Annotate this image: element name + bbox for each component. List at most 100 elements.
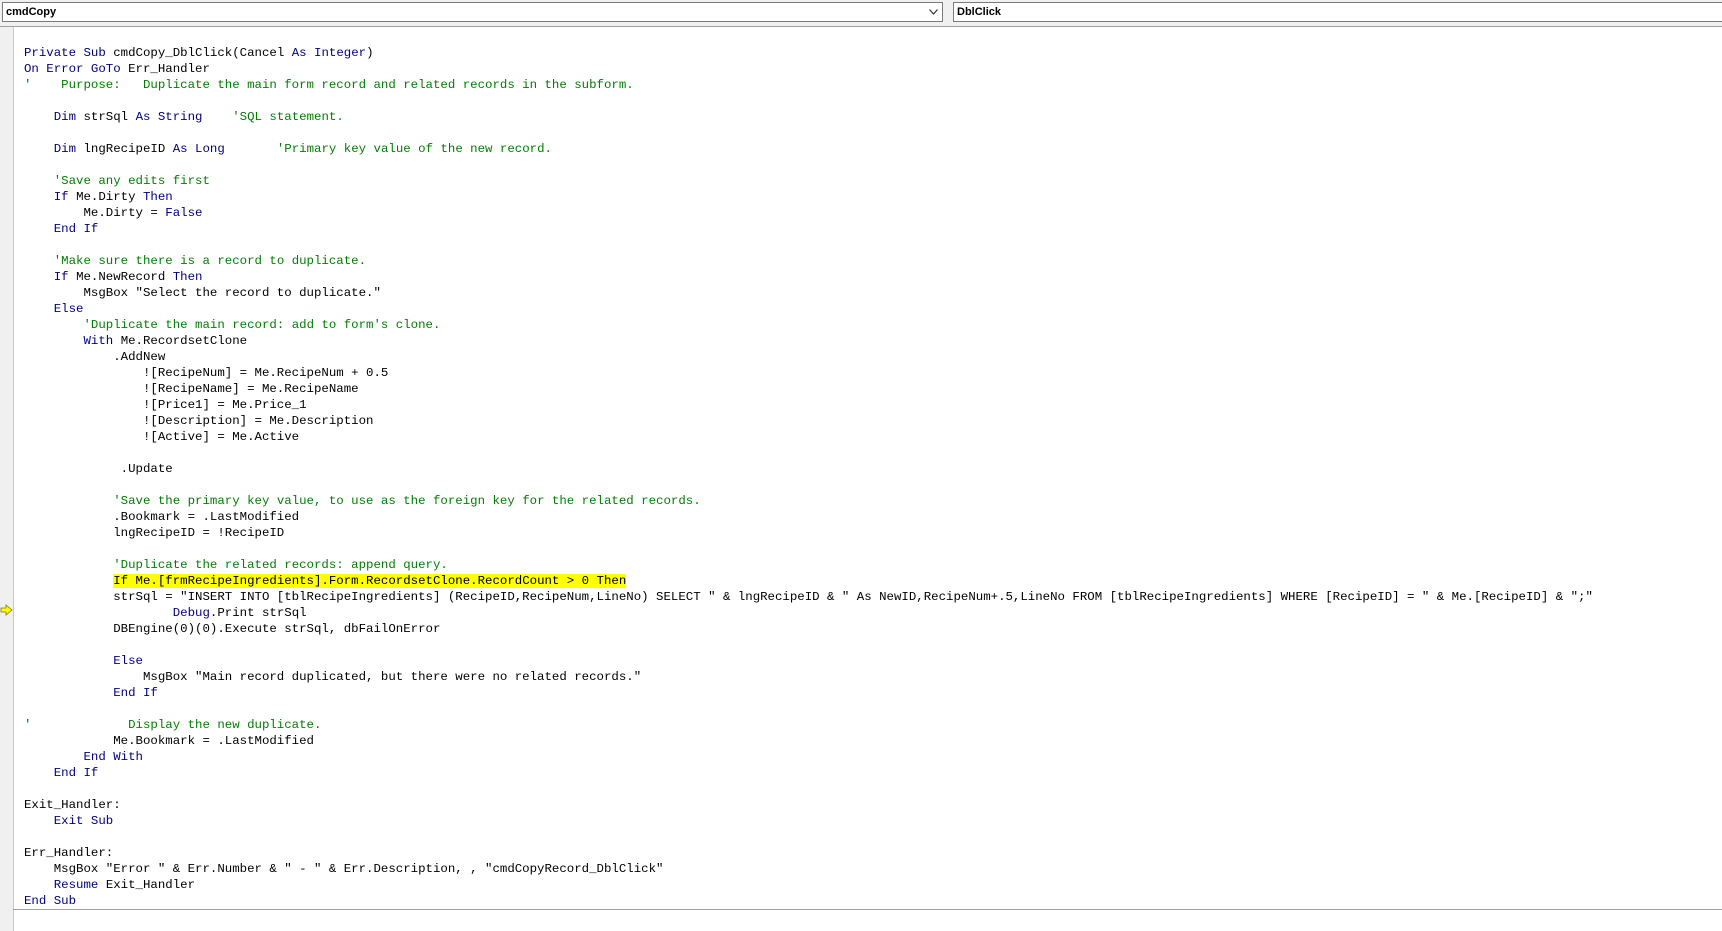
chevron-down-icon[interactable] [925, 3, 942, 21]
code-line[interactable]: ![RecipeNum] = Me.RecipeNum + 0.5 [24, 365, 1593, 381]
code-line[interactable]: ' Purpose: Duplicate the main form recor… [24, 77, 1593, 93]
code-line[interactable]: .Update [24, 461, 1593, 477]
code-keyword: End With [83, 750, 144, 764]
code-line[interactable]: Resume Exit_Handler [24, 877, 1593, 893]
code-text: lngRecipeID = !RecipeID [24, 526, 285, 540]
code-text: cmdCopy_DblClick(Cancel [113, 46, 292, 60]
code-line[interactable]: If Me.Dirty Then [24, 189, 1593, 205]
code-line[interactable]: Private Sub cmdCopy_DblClick(Cancel As I… [24, 45, 1593, 61]
code-text: .Print strSql [209, 606, 307, 620]
code-line[interactable]: ![Active] = Me.Active [24, 429, 1593, 445]
code-line[interactable]: 'Duplicate the related records: append q… [24, 557, 1593, 573]
code-line[interactable]: strSql = "INSERT INTO [tblRecipeIngredie… [24, 589, 1593, 605]
code-keyword: End If [53, 766, 99, 780]
code-line[interactable]: With Me.RecordsetClone [24, 333, 1593, 349]
code-line[interactable]: ![Price1] = Me.Price_1 [24, 397, 1593, 413]
code-line[interactable]: On Error GoTo Err_Handler [24, 61, 1593, 77]
code-line[interactable] [24, 237, 1593, 253]
code-line[interactable] [24, 637, 1593, 653]
code-line[interactable]: End Sub [24, 893, 1593, 909]
code-keyword: With [83, 334, 121, 348]
code-comment: 'Make sure there is a record to duplicat… [53, 254, 367, 268]
object-combo-value: cmdCopy [6, 6, 57, 18]
code-line[interactable]: End If [24, 221, 1593, 237]
code-text: strSql = "INSERT INTO [tblRecipeIngredie… [24, 590, 1593, 604]
code-text: Err_Handler [128, 62, 210, 76]
code-line[interactable]: 'Make sure there is a record to duplicat… [24, 253, 1593, 269]
code-line[interactable]: MsgBox "Main record duplicated, but ther… [24, 669, 1593, 685]
code-line[interactable] [24, 445, 1593, 461]
code-keyword: Private Sub [24, 46, 114, 60]
code-text: Exit_Handler: [24, 798, 121, 812]
code-line[interactable]: 'Save the primary key value, to use as t… [24, 493, 1593, 509]
code-keyword: Dim [53, 110, 84, 124]
margin-indicator-bar[interactable] [0, 27, 14, 931]
code-line[interactable] [24, 781, 1593, 797]
code-comment: 'Primary key value of the new record. [276, 142, 552, 156]
code-line[interactable]: Dim strSql As String 'SQL statement. [24, 109, 1593, 125]
code-line[interactable]: MsgBox "Error " & Err.Number & " - " & E… [24, 861, 1593, 877]
code-line[interactable]: Dim lngRecipeID As Long 'Primary key val… [24, 141, 1593, 157]
object-combo[interactable]: cmdCopy [2, 2, 943, 22]
code-comment: ' Display the new duplicate. [24, 718, 322, 732]
code-line[interactable]: Me.Dirty = False [24, 205, 1593, 221]
code-comment: 'Save the primary key value, to use as t… [113, 494, 701, 508]
code-comment: 'SQL statement. [232, 110, 344, 124]
code-line[interactable] [24, 93, 1593, 109]
code-comment: 'Save any edits first [53, 174, 210, 188]
code-line[interactable]: ' Display the new duplicate. [24, 717, 1593, 733]
code-line[interactable]: Exit Sub [24, 813, 1593, 829]
code-keyword: End If [53, 222, 99, 236]
code-line[interactable]: DBEngine(0)(0).Execute strSql, dbFailOnE… [24, 621, 1593, 637]
code-text: ![RecipeNum] = Me.RecipeNum + 0.5 [24, 366, 389, 380]
code-editor[interactable]: Private Sub cmdCopy_DblClick(Cancel As I… [24, 45, 1593, 909]
code-keyword: As Integer [291, 46, 367, 60]
code-text: .Update [24, 462, 173, 476]
code-line[interactable]: MsgBox "Select the record to duplicate." [24, 285, 1593, 301]
code-line[interactable]: Me.Bookmark = .LastModified [24, 733, 1593, 749]
code-line[interactable] [24, 829, 1593, 845]
code-line[interactable]: If Me.[frmRecipeIngredients].Form.Record… [24, 573, 1593, 589]
code-line[interactable]: Debug.Print strSql [24, 605, 1593, 621]
code-line[interactable]: ![RecipeName] = Me.RecipeName [24, 381, 1593, 397]
code-line[interactable] [24, 125, 1593, 141]
code-text: .AddNew [24, 350, 166, 364]
code-text: Me.RecordsetClone [120, 334, 248, 348]
code-line[interactable]: End With [24, 749, 1593, 765]
code-line[interactable]: Else [24, 653, 1593, 669]
code-line[interactable] [24, 157, 1593, 173]
code-line[interactable]: 'Save any edits first [24, 173, 1593, 189]
code-keyword: If [53, 270, 77, 284]
code-line[interactable]: 'Duplicate the main record: add to form'… [24, 317, 1593, 333]
code-line[interactable]: .Bookmark = .LastModified [24, 509, 1593, 525]
code-line[interactable]: End If [24, 685, 1593, 701]
code-line[interactable]: ![Description] = Me.Description [24, 413, 1593, 429]
code-line[interactable]: Else [24, 301, 1593, 317]
code-line[interactable]: lngRecipeID = !RecipeID [24, 525, 1593, 541]
code-line[interactable]: .AddNew [24, 349, 1593, 365]
code-line[interactable]: Exit_Handler: [24, 797, 1593, 813]
code-keyword: Resume [53, 878, 106, 892]
code-text: MsgBox "Select the record to duplicate." [24, 286, 381, 300]
code-line[interactable] [24, 477, 1593, 493]
code-line[interactable] [24, 541, 1593, 557]
code-line[interactable]: If Me.NewRecord Then [24, 269, 1593, 285]
code-text: Me.Dirty = [24, 206, 166, 220]
code-keyword: Then [142, 190, 173, 204]
code-line[interactable]: Err_Handler: [24, 845, 1593, 861]
code-line[interactable] [24, 701, 1593, 717]
code-text: MsgBox "Main record duplicated, but ther… [24, 670, 642, 684]
code-line[interactable]: End If [24, 765, 1593, 781]
procedure-combo[interactable]: DblClick [953, 2, 1722, 22]
